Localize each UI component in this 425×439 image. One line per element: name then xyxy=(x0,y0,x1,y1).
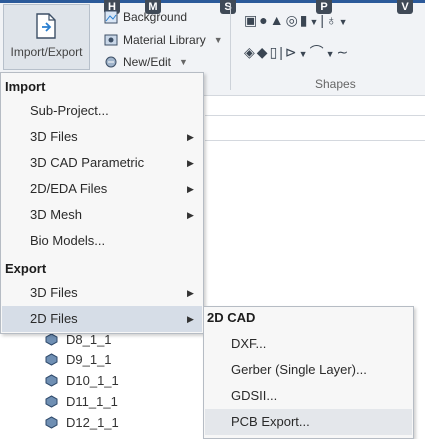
chevron-right-icon: ▶ xyxy=(187,288,194,298)
menu-item-label: 3D Mesh xyxy=(30,207,83,222)
import-export-icon xyxy=(34,13,58,39)
component-icon xyxy=(45,332,58,346)
menu-item-label: 2D/EDA Files xyxy=(30,181,108,196)
torus-icon[interactable]: ◎ xyxy=(286,12,300,28)
material-library-label: Material Library xyxy=(123,33,206,47)
chevron-right-icon: ▶ xyxy=(187,158,194,168)
ribbon-divider xyxy=(230,4,231,90)
chevron-down-icon[interactable]: ▼ xyxy=(179,57,188,67)
menu-item-export-2d-files[interactable]: 2D Files ▶ xyxy=(2,306,202,332)
background-label: Background xyxy=(123,10,188,24)
chevron-right-icon: ▶ xyxy=(187,184,194,194)
menu-item-2d-eda-files[interactable]: 2D/EDA Files ▶ xyxy=(2,176,202,202)
chevron-right-icon: ▶ xyxy=(187,314,194,324)
cylinder-icon[interactable]: ▮ xyxy=(300,12,310,28)
chevron-down-icon[interactable]: ▼ xyxy=(214,35,223,45)
chevron-down-icon[interactable]: ▼ xyxy=(299,49,310,59)
import-header: Import xyxy=(5,79,46,94)
material-library-icon xyxy=(104,33,118,47)
export-header: Export xyxy=(5,261,47,276)
menu-item-label: 3D Files xyxy=(30,285,78,300)
menu-item-label: GDSII... xyxy=(231,388,278,403)
menu-item-3d-cad-parametric[interactable]: 3D CAD Parametric ▶ xyxy=(2,150,202,176)
cone-icon[interactable]: ▲ xyxy=(270,12,286,28)
tree-item[interactable]: D12_1_1 xyxy=(45,412,119,432)
component-icon xyxy=(45,352,58,366)
new-edit-label: New/Edit xyxy=(123,55,172,69)
submenu-header: 2D CAD xyxy=(207,310,256,325)
menu-item-pcb-export[interactable]: PCB Export... xyxy=(205,409,412,435)
background-button[interactable]: Background xyxy=(104,7,187,27)
menu-item-export-3d-files[interactable]: 3D Files ▶ xyxy=(2,280,202,306)
menu-item-label: 3D CAD Parametric xyxy=(30,155,145,170)
menu-item-sub-project[interactable]: Sub-Project... xyxy=(2,98,202,124)
rotate-icon[interactable]: ◆ xyxy=(257,44,270,60)
menu-item-label: Gerber (Single Layer)... xyxy=(231,362,367,377)
menu-item-gdsii[interactable]: GDSII... xyxy=(205,383,412,409)
menu-item-label: PCB Export... xyxy=(231,414,310,429)
panel-separator xyxy=(205,115,425,116)
import-export-button[interactable]: Import/Export xyxy=(3,4,90,70)
wave-icon[interactable]: ∼ xyxy=(337,44,351,60)
new-edit-button[interactable]: New/Edit ▼ xyxy=(104,52,188,72)
shapes-group-label: Shapes xyxy=(315,77,356,91)
keytip-s: S xyxy=(220,0,236,14)
component-icon xyxy=(45,415,58,429)
chevron-down-icon[interactable]: ▼ xyxy=(310,17,321,27)
polyline-icon[interactable]: ⊳ xyxy=(285,44,299,60)
menu-item-label: Bio Models... xyxy=(30,233,106,248)
shapes-row-1[interactable]: ▣●▲◎▮▼|♁▼ xyxy=(244,12,349,29)
title-strip xyxy=(0,0,425,3)
spline-icon[interactable]: ⌒ xyxy=(310,44,326,60)
export-2d-files-submenu: 2D CAD DXF... Gerber (Single Layer)... G… xyxy=(203,306,414,439)
background-icon xyxy=(104,10,118,24)
menu-item-import-3d-files[interactable]: 3D Files ▶ xyxy=(2,124,202,150)
tree-item-label: D11_1_1 xyxy=(66,393,118,409)
sphere-icon[interactable]: ● xyxy=(259,12,269,28)
chevron-right-icon: ▶ xyxy=(187,132,194,142)
material-library-button[interactable]: Material Library ▼ xyxy=(104,30,223,50)
new-edit-icon xyxy=(104,55,118,69)
menu-item-label: 3D Files xyxy=(30,129,78,144)
import-export-menu: Import Sub-Project... 3D Files ▶ 3D CAD … xyxy=(0,72,204,334)
tree-item[interactable]: D10_1_1 xyxy=(45,370,119,390)
shapes-row-2[interactable]: ◈◆▯|⊳▼⌒▼∼ xyxy=(244,42,350,62)
menu-item-dxf[interactable]: DXF... xyxy=(205,331,412,357)
tree-item-label: D10_1_1 xyxy=(66,372,119,388)
import-export-label: Import/Export xyxy=(10,45,83,59)
chevron-right-icon: ▶ xyxy=(187,210,194,220)
menu-item-3d-mesh[interactable]: 3D Mesh ▶ xyxy=(2,202,202,228)
menu-item-label: 2D Files xyxy=(30,311,78,326)
tree-item-label: D12_1_1 xyxy=(66,414,119,430)
menu-item-bio-models[interactable]: Bio Models... xyxy=(2,228,202,254)
tree-item[interactable]: D9_1_1 xyxy=(45,349,112,369)
tree-item-label: D9_1_1 xyxy=(66,351,112,367)
menu-item-label: Sub-Project... xyxy=(30,103,109,118)
menu-item-gerber[interactable]: Gerber (Single Layer)... xyxy=(205,357,412,383)
brick-icon[interactable]: ▣ xyxy=(244,12,259,28)
chevron-down-icon[interactable]: ▼ xyxy=(339,17,350,27)
tree-item[interactable]: D11_1_1 xyxy=(45,391,118,411)
keytip-v: V xyxy=(397,0,413,14)
extrude-icon[interactable]: ◈ xyxy=(244,44,257,60)
panel-separator xyxy=(205,140,425,141)
loft-icon[interactable]: ▯ xyxy=(270,44,280,60)
component-icon xyxy=(45,394,58,408)
chevron-down-icon[interactable]: ▼ xyxy=(326,49,337,59)
menu-item-label: DXF... xyxy=(231,336,267,351)
curve-icon[interactable]: ♁ xyxy=(326,12,339,28)
component-icon xyxy=(45,373,58,387)
